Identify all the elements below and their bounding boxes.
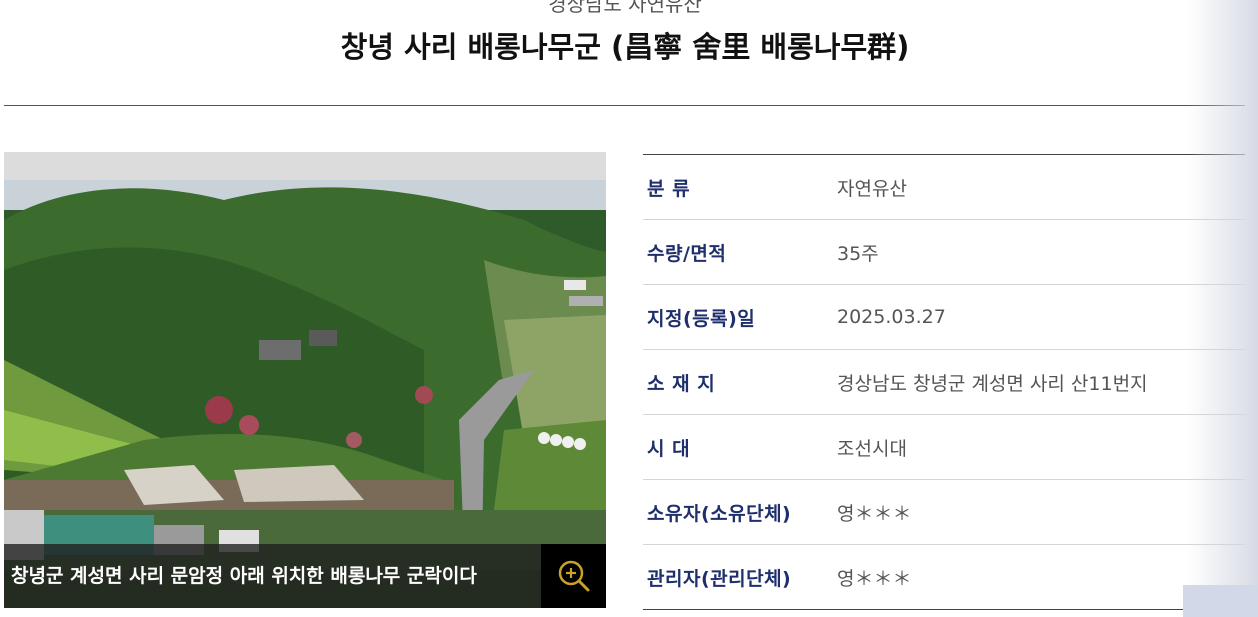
- info-label: 분 류: [647, 177, 691, 200]
- info-value: 조선시대: [837, 437, 907, 460]
- info-row-location: 소 재 지 경상남도 창녕군 계성면 사리 산11번지: [643, 350, 1245, 415]
- info-label: 소유자(소유단체): [647, 502, 792, 525]
- zoom-in-icon: [558, 560, 589, 592]
- zoom-button[interactable]: [541, 544, 606, 608]
- info-row-category: 분 류 자연유산: [643, 155, 1245, 220]
- info-label: 시 대: [647, 437, 691, 460]
- info-row-designation-date: 지정(등록)일 2025.03.27: [643, 285, 1245, 350]
- info-value: 영＊＊＊: [837, 502, 912, 525]
- info-row-manager: 관리자(관리단체) 영＊＊＊: [643, 545, 1245, 610]
- info-label: 관리자(관리단체): [647, 567, 792, 590]
- category-title: 경상남도 자연유산: [548, 0, 702, 16]
- info-label: 지정(등록)일: [647, 307, 756, 330]
- info-value: 2025.03.27: [837, 306, 946, 328]
- info-row-quantity: 수량/면적 35주: [643, 220, 1245, 285]
- page-title: 창녕 사리 배롱나무군 (昌寧 舍里 배롱나무群): [340, 30, 910, 64]
- info-value: 35주: [837, 242, 879, 265]
- info-row-owner: 소유자(소유단체) 영＊＊＊: [643, 480, 1245, 545]
- info-value: 자연유산: [837, 177, 907, 200]
- title-divider: [4, 105, 1245, 106]
- info-row-era: 시 대 조선시대: [643, 415, 1245, 480]
- info-value: 경상남도 창녕군 계성면 사리 산11번지: [837, 372, 1148, 395]
- info-label: 수량/면적: [647, 242, 727, 265]
- info-value: 영＊＊＊: [837, 567, 912, 590]
- photo-caption: 창녕군 계성면 사리 문암정 아래 위치한 배롱나무 군락이다: [4, 544, 541, 608]
- corner-panel: [1183, 585, 1258, 617]
- heritage-info-table: 분 류 자연유산 수량/면적 35주 지정(등록)일 2025.03.27 소 …: [643, 154, 1245, 610]
- photo-viewer: 창녕군 계성면 사리 문암정 아래 위치한 배롱나무 군락이다: [4, 152, 606, 608]
- info-label: 소 재 지: [647, 372, 716, 395]
